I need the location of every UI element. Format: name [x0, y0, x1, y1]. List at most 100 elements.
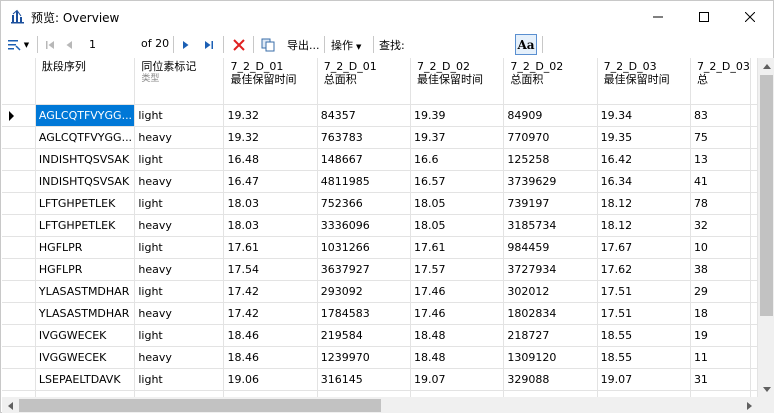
table-cell[interactable]: LSEPAELTDAVK [35, 368, 136, 391]
scroll-up-button[interactable] [758, 58, 774, 75]
table-cell[interactable]: 4811985 [317, 170, 412, 193]
row-header[interactable] [2, 192, 36, 215]
table-cell[interactable]: light [134, 192, 225, 215]
table-cell[interactable]: 293092 [317, 280, 412, 303]
copy-button[interactable] [257, 34, 279, 55]
table-cell[interactable]: 763783 [317, 126, 412, 149]
table-cell[interactable]: 38 [690, 258, 752, 281]
data-grid[interactable]: 肽段序列 同位素标记 类型 7_2_D_01 最佳保留时间 7_2_D_01 总面积 7_2_… [2, 58, 758, 398]
table-cell[interactable]: 19.39 [410, 104, 505, 127]
table-cell[interactable]: INDISHTQSVSAK [35, 148, 136, 171]
table-cell[interactable]: 17.42 [223, 302, 318, 325]
table-cell[interactable]: 1802834 [503, 302, 598, 325]
table-row[interactable]: YLASASTMDHAR heavy 17.42 1784583 17.46 180283… [2, 302, 758, 325]
position-input[interactable] [86, 35, 136, 54]
first-page-button[interactable] [41, 34, 59, 55]
table-cell[interactable]: IVGGWECEK [35, 324, 136, 347]
table-cell[interactable]: 1309120 [503, 346, 598, 369]
table-row[interactable]: IVGGWECEK heavy 18.46 1239970 18.48 1309120 18… [2, 346, 758, 369]
table-row[interactable]: LFTGHPETLEK heavy 18.03 3336096 18.05 3185734… [2, 214, 758, 237]
table-cell[interactable]: 16.6 [410, 148, 505, 171]
table-cell[interactable]: 770970 [503, 126, 598, 149]
table-cell[interactable]: 31 [690, 368, 752, 391]
table-cell[interactable]: heavy [134, 126, 225, 149]
table-row[interactable]: LSEPAELTDAVK light 19.06 316145 19.07 329088 1… [2, 368, 758, 391]
table-cell[interactable]: AGLCQTFVYGG... [35, 104, 136, 127]
table-cell[interactable]: 19.32 [223, 126, 318, 149]
table-cell[interactable]: 19.06 [223, 368, 318, 391]
row-header[interactable] [2, 214, 36, 237]
table-cell[interactable]: 19.37 [410, 126, 505, 149]
table-cell[interactable]: 17.46 [410, 302, 505, 325]
table-cell[interactable]: 17.51 [597, 280, 691, 303]
row-header[interactable] [2, 302, 36, 325]
table-cell[interactable]: 19.34 [597, 104, 691, 127]
table-row[interactable]: INDISHTQSVSAK light 16.48 148667 16.6 125258 1… [2, 148, 758, 171]
table-cell[interactable]: heavy [134, 346, 225, 369]
table-cell[interactable]: 17.57 [410, 258, 505, 281]
row-header[interactable] [2, 126, 36, 149]
table-cell[interactable]: 1784583 [317, 302, 412, 325]
table-cell[interactable]: light [134, 324, 225, 347]
table-cell[interactable]: 329088 [503, 368, 598, 391]
operate-menu-button[interactable]: 操作 ▼ [331, 37, 361, 53]
table-cell[interactable]: 302012 [503, 280, 598, 303]
row-header[interactable] [2, 258, 36, 281]
table-cell[interactable]: 739197 [503, 192, 598, 215]
table-cell[interactable]: 10 [690, 236, 752, 259]
row-header[interactable] [2, 280, 36, 303]
close-button[interactable] [727, 1, 773, 32]
table-cell[interactable]: heavy [134, 302, 225, 325]
table-cell[interactable]: 17.61 [410, 236, 505, 259]
table-row[interactable]: IVGGWECEK light 18.46 219584 18.48 218727 18.5… [2, 324, 758, 347]
table-cell[interactable]: 19.35 [597, 126, 691, 149]
table-cell[interactable]: YLASASTMDHAR [35, 302, 136, 325]
table-cell[interactable]: 3739629 [503, 170, 598, 193]
row-header[interactable] [2, 346, 36, 369]
table-row[interactable]: YLASASTMDHAR light 17.42 293092 17.46 302012 1… [2, 280, 758, 303]
table-cell[interactable]: LFTGHPETLEK [35, 192, 136, 215]
table-cell[interactable]: 75 [690, 126, 752, 149]
table-cell[interactable]: 29 [690, 280, 752, 303]
table-row[interactable]: AGLCQTFVYGG... heavy 19.32 763783 19.37 77097… [2, 126, 758, 149]
table-cell[interactable]: 78 [690, 192, 752, 215]
table-cell[interactable]: 18.46 [223, 324, 318, 347]
table-cell[interactable]: LFTGHPETLEK [35, 214, 136, 237]
table-cell[interactable]: light [134, 236, 225, 259]
table-cell[interactable]: 18.46 [223, 346, 318, 369]
next-page-button[interactable] [178, 34, 194, 55]
column-header[interactable]: 同位素标记 类型 [134, 58, 225, 105]
table-cell[interactable]: AGLCQTFVYGG... [35, 126, 136, 149]
table-cell[interactable]: 17.62 [597, 258, 691, 281]
table-cell[interactable]: 17.42 [223, 280, 318, 303]
table-cell[interactable]: 18.05 [410, 192, 505, 215]
column-header[interactable]: 7_2_D_03 最佳保留时间 [597, 58, 691, 105]
table-cell[interactable]: 18.48 [410, 324, 505, 347]
table-cell[interactable]: 17.61 [223, 236, 318, 259]
table-cell[interactable]: 11 [690, 346, 752, 369]
table-cell[interactable]: 17.54 [223, 258, 318, 281]
table-cell[interactable]: 219584 [317, 324, 412, 347]
table-cell[interactable]: 984459 [503, 236, 598, 259]
table-cell[interactable]: 17.67 [597, 236, 691, 259]
table-cell[interactable]: 17.51 [597, 302, 691, 325]
row-header[interactable] [2, 148, 36, 171]
table-cell[interactable]: 16.48 [223, 148, 318, 171]
scroll-right-button[interactable] [741, 397, 758, 413]
table-cell[interactable]: HGFLPR [35, 258, 136, 281]
table-cell[interactable]: 3185734 [503, 214, 598, 237]
row-header[interactable] [2, 104, 36, 127]
table-cell[interactable]: 1031266 [317, 236, 412, 259]
table-cell[interactable]: 16.42 [597, 148, 691, 171]
table-cell[interactable]: 18.55 [597, 346, 691, 369]
minimize-button[interactable] [635, 1, 681, 32]
table-row[interactable]: HGFLPR light 17.61 1031266 17.61 984459 17.67 1… [2, 236, 758, 259]
table-cell[interactable]: 17.46 [410, 280, 505, 303]
table-cell[interactable]: 19.07 [597, 368, 691, 391]
table-cell[interactable]: 19.07 [410, 368, 505, 391]
row-header[interactable] [2, 170, 36, 193]
row-header[interactable] [2, 324, 36, 347]
table-cell[interactable]: heavy [134, 214, 225, 237]
table-cell[interactable]: 18.12 [597, 214, 691, 237]
row-header[interactable] [2, 368, 36, 391]
